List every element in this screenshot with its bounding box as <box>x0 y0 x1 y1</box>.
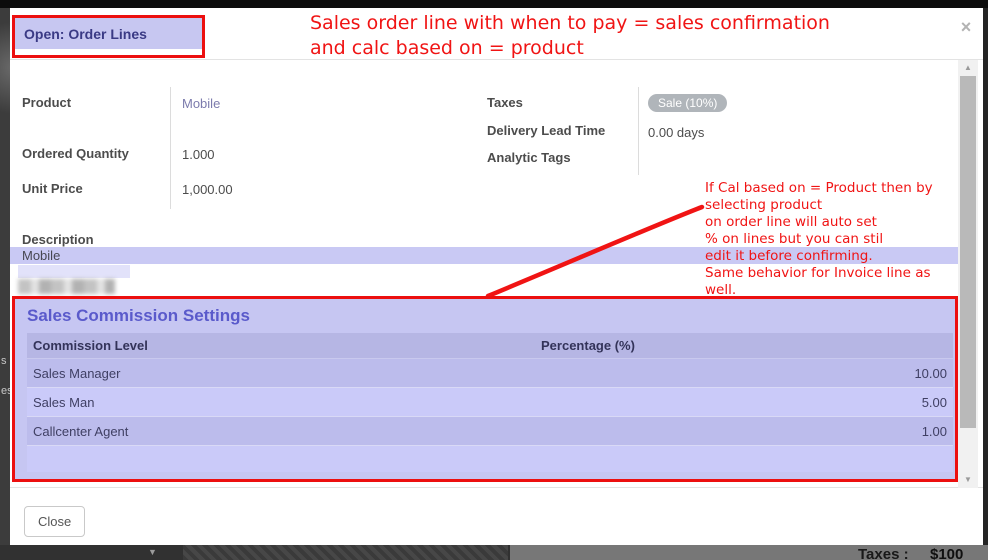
commission-table: Commission Level Percentage (%) Sales Ma… <box>27 333 953 472</box>
modal-footer: Close <box>10 487 983 545</box>
ordered-quantity-label: Ordered Quantity <box>22 146 129 161</box>
modal-title-highlight-box: Open: Order Lines <box>12 15 205 58</box>
annotation-top: Sales order line with when to pay = sale… <box>310 11 830 61</box>
screen: { "modal": { "title": "Open: Order Lines… <box>0 0 988 560</box>
description-highlight-fragment <box>18 265 130 278</box>
background-bottom-strip: ▼ Taxes : $100 <box>0 545 988 560</box>
annotation-side-line: Same behavior for Invoice line as <box>705 265 973 282</box>
table-row[interactable]: Callcenter Agent 1.00 <box>27 417 953 446</box>
modal-title: Open: Order Lines <box>15 18 202 49</box>
background-top-strip <box>0 0 988 8</box>
ordered-quantity-value: 1.000 <box>182 147 215 162</box>
background-right-strip <box>983 8 988 545</box>
background-text-fragment: es <box>1 385 10 397</box>
table-row[interactable]: Sales Manager 10.00 <box>27 359 953 388</box>
product-value[interactable]: Mobile <box>182 96 220 111</box>
description-redacted-text <box>18 279 115 294</box>
scrollbar-down-icon[interactable]: ▼ <box>958 472 978 488</box>
unit-price-label: Unit Price <box>22 181 83 196</box>
sales-commission-section: Sales Commission Settings Commission Lev… <box>12 296 958 482</box>
description-label: Description <box>22 232 94 247</box>
dropdown-caret-icon: ▼ <box>148 546 157 559</box>
field-separator <box>638 87 639 175</box>
annotation-side-line: on order line will auto set <box>705 214 973 231</box>
annotation-side-line: % on lines but you can stil <box>705 231 973 248</box>
table-row[interactable]: Sales Man 5.00 <box>27 388 953 417</box>
unit-price-value: 1,000.00 <box>182 182 233 197</box>
taxes-label: Taxes <box>487 95 523 110</box>
commission-level-column-header[interactable]: Commission Level <box>27 338 533 353</box>
close-button[interactable]: Close <box>24 506 85 537</box>
annotation-top-line: Sales order line with when to pay = sale… <box>310 11 830 36</box>
annotation-side: If Cal based on = Product then by select… <box>705 180 973 299</box>
delivery-lead-time-value: 0.00 days <box>648 125 704 140</box>
delivery-lead-time-label: Delivery Lead Time <box>487 123 605 138</box>
background-left-strip: s es <box>0 8 10 545</box>
annotation-side-line: selecting product <box>705 197 973 214</box>
order-lines-modal: × Open: Order Lines Sales order line wit… <box>10 8 983 545</box>
percentage-column-header[interactable]: Percentage (%) <box>533 338 953 353</box>
empty-table-row <box>27 446 953 472</box>
background-text-fragment: s <box>1 355 7 367</box>
commission-level-cell: Sales Manager <box>27 366 533 381</box>
percentage-cell: 1.00 <box>533 424 953 439</box>
scrollbar-up-icon[interactable]: ▲ <box>958 60 978 76</box>
product-label: Product <box>22 95 71 110</box>
commission-level-cell: Callcenter Agent <box>27 424 533 439</box>
background-taxes-label: Taxes : <box>858 546 909 560</box>
annotation-side-line: edit it before confirming. <box>705 248 973 265</box>
commission-section-title: Sales Commission Settings <box>15 299 955 333</box>
tax-badge[interactable]: Sale (10%) <box>648 94 727 112</box>
field-separator <box>170 87 171 209</box>
annotation-side-line: If Cal based on = Product then by <box>705 180 973 197</box>
commission-table-header: Commission Level Percentage (%) <box>27 333 953 359</box>
background-hatched-area <box>183 545 508 560</box>
percentage-cell: 10.00 <box>533 366 953 381</box>
analytic-tags-label: Analytic Tags <box>487 150 571 165</box>
background-taxes-value: $100 <box>930 546 963 560</box>
close-icon[interactable]: × <box>955 16 977 38</box>
annotation-top-line: and calc based on = product <box>310 36 830 61</box>
commission-level-cell: Sales Man <box>27 395 533 410</box>
percentage-cell: 5.00 <box>533 395 953 410</box>
